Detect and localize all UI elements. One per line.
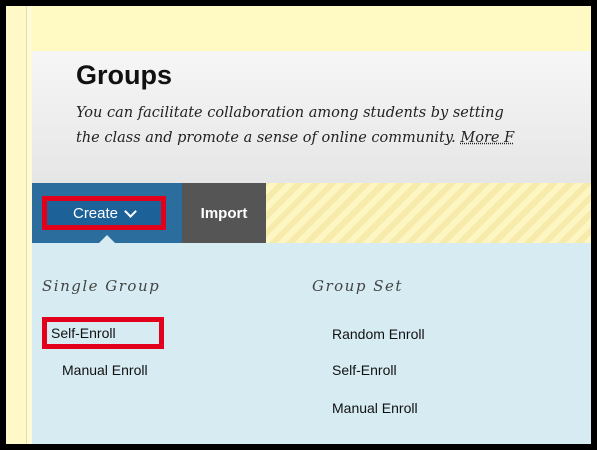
content-area: Groups You can facilitate collaboration …: [32, 6, 591, 444]
create-dropdown-menu: Single Group Group Set Self-Enroll Manua…: [32, 243, 591, 444]
page-description: You can facilitate collaboration among s…: [76, 101, 591, 151]
group-set-self-enroll[interactable]: Self-Enroll: [332, 362, 397, 378]
group-set-random-enroll[interactable]: Random Enroll: [332, 326, 425, 342]
import-button[interactable]: Import: [182, 183, 266, 243]
more-help-link[interactable]: More F: [460, 130, 514, 146]
create-button[interactable]: Create: [42, 196, 166, 230]
create-button-label: Create: [72, 204, 119, 222]
import-button-label: Import: [200, 204, 248, 222]
group-set-manual-enroll[interactable]: Manual Enroll: [332, 400, 418, 416]
single-group-self-enroll[interactable]: Self-Enroll: [51, 325, 116, 341]
description-line-1: You can facilitate collaboration among s…: [76, 105, 504, 121]
page-header: Groups You can facilitate collaboration …: [32, 51, 591, 184]
page-title: Groups: [76, 60, 173, 90]
create-tab: Create: [32, 183, 182, 243]
single-group-manual-enroll[interactable]: Manual Enroll: [62, 362, 148, 378]
description-line-2: the class and promote a sense of online …: [76, 126, 591, 151]
single-group-heading: Single Group: [42, 277, 161, 295]
chevron-down-icon: [124, 204, 137, 218]
left-rail: [6, 6, 27, 444]
group-set-heading: Group Set: [312, 277, 403, 295]
description-line-2-text: the class and promote a sense of online …: [76, 130, 456, 146]
action-bar: Create Import: [32, 183, 591, 243]
single-self-enroll-highlight: Self-Enroll: [42, 317, 164, 349]
screenshot-frame: Groups You can facilitate collaboration …: [0, 0, 597, 450]
dropdown-caret: [99, 235, 115, 243]
top-strip: [32, 6, 591, 51]
